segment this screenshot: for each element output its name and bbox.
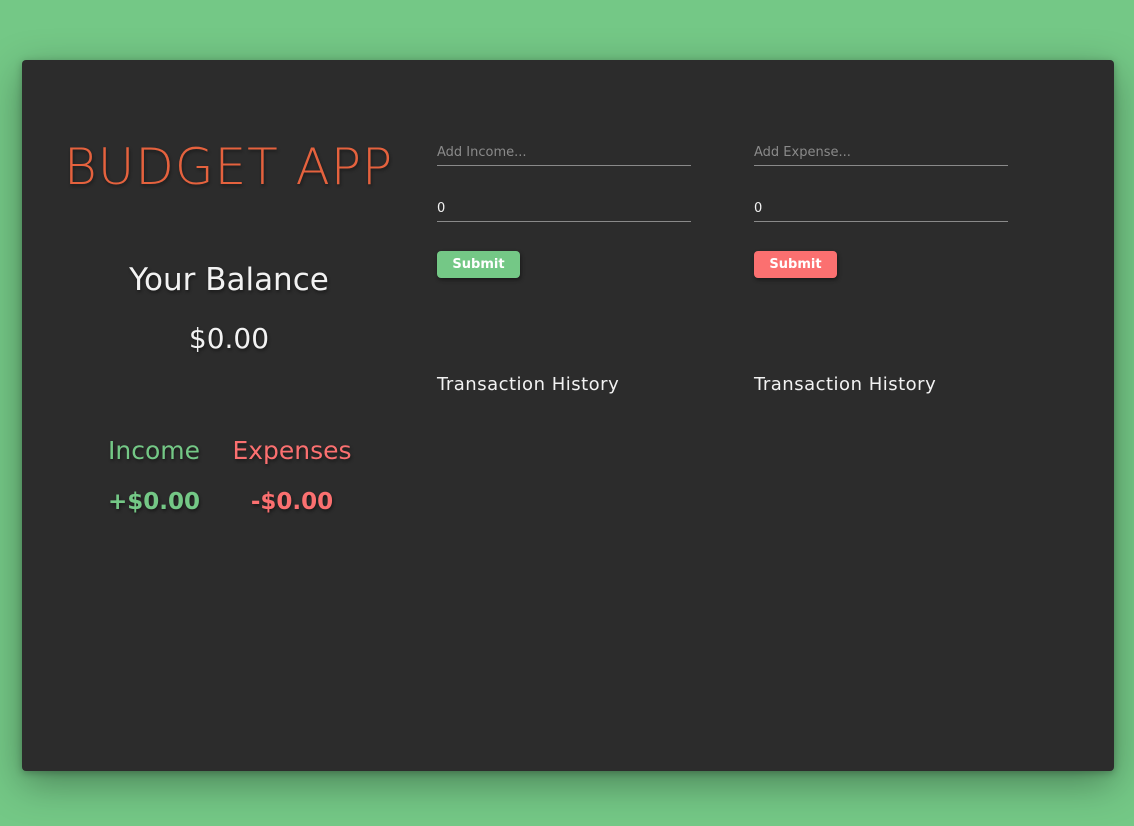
budget-app-card: BUDGET APP Your Balance $0.00 Income +$0… — [22, 60, 1114, 771]
expense-form: Submit — [754, 130, 1008, 278]
income-name-input[interactable] — [437, 130, 691, 166]
balance-value: $0.00 — [188, 322, 270, 355]
expense-amount-input[interactable] — [754, 186, 1008, 222]
expense-total: -$0.00 — [250, 489, 334, 515]
expense-label: Expenses — [232, 436, 352, 465]
expense-transaction-history-title: Transaction History — [754, 374, 937, 395]
balance-label: Your Balance — [129, 262, 329, 298]
expense-summary: Expenses -$0.00 — [222, 436, 362, 515]
income-form: Submit — [437, 130, 691, 278]
income-amount-input[interactable] — [437, 186, 691, 222]
app-title: BUDGET APP — [64, 138, 394, 196]
income-total: +$0.00 — [107, 489, 201, 515]
expense-name-input[interactable] — [754, 130, 1008, 166]
income-transaction-history-title: Transaction History — [437, 374, 620, 395]
income-submit-button[interactable]: Submit — [437, 251, 520, 278]
income-label: Income — [108, 436, 200, 465]
income-summary: Income +$0.00 — [84, 436, 224, 515]
expense-submit-button[interactable]: Submit — [754, 251, 837, 278]
